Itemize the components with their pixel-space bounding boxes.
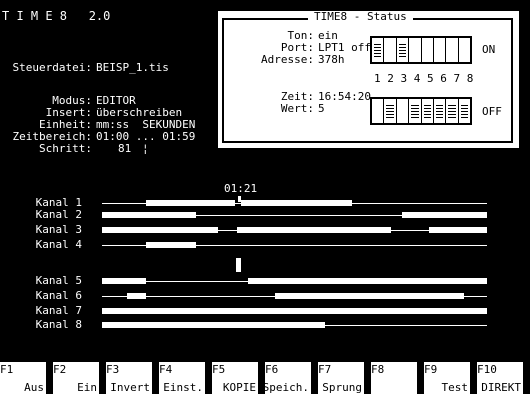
switch-numbers: 1 2 3 4 5 6 7 8 xyxy=(374,72,474,85)
channel-label-3: Kanal 3 xyxy=(35,223,82,236)
on-label: ON xyxy=(482,43,496,56)
fkey-number: F6 xyxy=(265,363,279,376)
status-title: TIME8 - Status xyxy=(308,11,413,23)
channel-label-6: Kanal 6 xyxy=(35,289,82,302)
on-switch-3 xyxy=(397,38,410,62)
fkey-f5[interactable]: F5 KOPIE xyxy=(212,362,258,394)
fkey-f6[interactable]: F6 Speich. xyxy=(262,362,311,394)
off-switch-1 xyxy=(372,99,385,123)
fkey-label: Einst. xyxy=(163,381,203,394)
channel-3-on-segment-3 xyxy=(429,227,487,233)
on-switch-5 xyxy=(422,38,434,62)
off-switch-4 xyxy=(409,99,422,123)
steuerdatei-value: BEISP_1.tis xyxy=(96,61,169,74)
off-switch-8 xyxy=(459,99,470,123)
fkey-f3[interactable]: F3 Invert xyxy=(106,362,152,394)
channel-7-on-segment-1 xyxy=(102,308,487,314)
fkey-label: DIREKT xyxy=(481,381,521,394)
wert-value: 5 xyxy=(318,102,325,115)
fkey-f10[interactable]: F10 DIREKT xyxy=(477,362,523,394)
fkey-number: F10 xyxy=(477,363,497,376)
app-title: T I M E 8 2.0 xyxy=(2,9,111,23)
fkey-f4[interactable]: F4 Einst. xyxy=(159,362,205,394)
cursor-tick xyxy=(238,196,241,202)
channel-1-on-segment-2 xyxy=(240,200,353,206)
on-switch-6 xyxy=(434,38,447,62)
schritt-value: 81 xyxy=(118,142,132,155)
cursor-marker xyxy=(236,258,241,272)
channel-5-on-segment-2 xyxy=(248,278,487,284)
channel-6-on-segment-1 xyxy=(127,293,147,299)
fkey-label: Ein xyxy=(77,381,97,394)
fkey-number: F1 xyxy=(0,363,14,376)
channel-2-on-segment-2 xyxy=(402,212,487,218)
fkey-number: F9 xyxy=(424,363,438,376)
fkey-number: F8 xyxy=(371,363,385,376)
channel-label-4: Kanal 4 xyxy=(35,238,82,251)
channel-4-on-segment-1 xyxy=(146,242,197,248)
channel-6-on-segment-2 xyxy=(275,293,464,299)
channel-label-2: Kanal 2 xyxy=(35,208,82,221)
fkey-number: F4 xyxy=(159,363,173,376)
fkey-f7[interactable]: F7 Sprung xyxy=(318,362,364,394)
off-switch-bank xyxy=(370,97,472,125)
fkey-f9[interactable]: F9 Test xyxy=(424,362,470,394)
schritt-cursor: ¦ xyxy=(142,142,149,155)
on-switch-7 xyxy=(446,38,459,62)
fkey-f2[interactable]: F2 Ein xyxy=(53,362,99,394)
fkey-label: Invert xyxy=(110,381,150,394)
zeit-value: 16:54:20 xyxy=(318,90,371,103)
channel-label-7: Kanal 7 xyxy=(35,304,82,317)
off-switch-2 xyxy=(384,99,397,123)
off-switch-7 xyxy=(446,99,459,123)
channel-2-on-segment-1 xyxy=(102,212,197,218)
fkey-label: Speich. xyxy=(262,381,309,394)
off-switch-5 xyxy=(422,99,434,123)
steuerdatei-label: Steuerdatei: xyxy=(12,61,92,74)
channel-label-5: Kanal 5 xyxy=(35,274,82,287)
status-panel: TIME8 - Status Ton: ein Port: LPT1 off A… xyxy=(218,11,519,148)
fkey-number: F7 xyxy=(318,363,332,376)
off-switch-3 xyxy=(397,99,410,123)
on-switch-8 xyxy=(459,38,470,62)
off-label: OFF xyxy=(482,105,502,118)
adresse-value: 378h xyxy=(318,53,345,66)
on-switch-4 xyxy=(409,38,422,62)
fkey-label: Test xyxy=(441,381,469,394)
on-switch-2 xyxy=(384,38,397,62)
fkey-label: Aus xyxy=(24,381,44,394)
channel-3-on-segment-2 xyxy=(236,227,391,233)
off-switch-6 xyxy=(434,99,447,123)
fkey-label: KOPIE xyxy=(222,381,256,394)
channel-8-on-segment-1 xyxy=(102,322,326,328)
channel-label-8: Kanal 8 xyxy=(35,318,82,331)
channel-1-on-segment-1 xyxy=(146,200,235,206)
fkey-f1[interactable]: F1 Aus xyxy=(0,362,46,394)
channel-5-on-segment-1 xyxy=(102,278,147,284)
fkey-number: F5 xyxy=(212,363,226,376)
cursor-time: 01:21 xyxy=(224,182,258,195)
fkey-label: Sprung xyxy=(322,381,362,394)
on-switch-bank xyxy=(370,36,472,64)
fkey-number: F3 xyxy=(106,363,120,376)
fkey-number: F2 xyxy=(53,363,67,376)
fkey-f8[interactable]: F8 xyxy=(371,362,417,394)
adresse-label: Adresse: xyxy=(261,53,314,66)
channel-3-on-segment-1 xyxy=(102,227,218,233)
wert-label: Wert: xyxy=(280,102,314,115)
schritt-label: Schritt: xyxy=(39,142,92,155)
on-switch-1 xyxy=(372,38,385,62)
